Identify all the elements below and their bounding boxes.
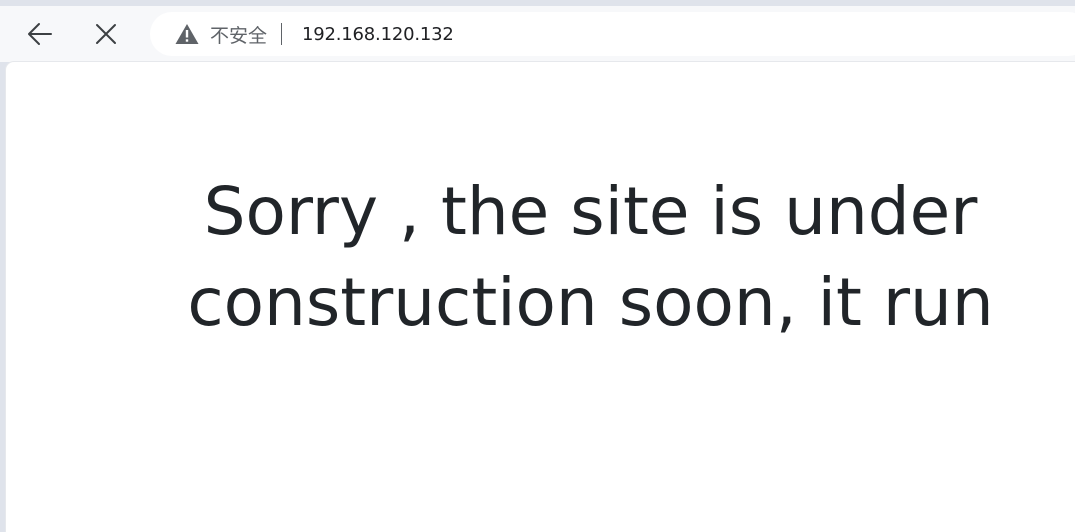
security-label: 不安全 xyxy=(210,24,268,47)
arrow-left-icon xyxy=(28,23,52,45)
back-button[interactable] xyxy=(20,14,60,54)
security-indicator[interactable]: 不安全 xyxy=(175,12,267,56)
page-viewport: Sorry , the site is under construction s… xyxy=(6,62,1075,532)
stop-loading-button[interactable] xyxy=(86,14,126,54)
close-icon xyxy=(96,24,116,44)
page-headline: Sorry , the site is under construction s… xyxy=(86,166,1075,348)
browser-toolbar: 不安全 192.168.120.132 xyxy=(0,6,1075,62)
headline-line-2: construction soon, it run xyxy=(187,264,994,341)
headline-line-1: Sorry , the site is under xyxy=(203,173,978,250)
omnibox-divider xyxy=(281,23,283,45)
warning-triangle-icon xyxy=(175,24,199,44)
url-text[interactable]: 192.168.120.132 xyxy=(302,24,454,45)
address-bar[interactable]: 不安全 192.168.120.132 xyxy=(150,12,1075,56)
